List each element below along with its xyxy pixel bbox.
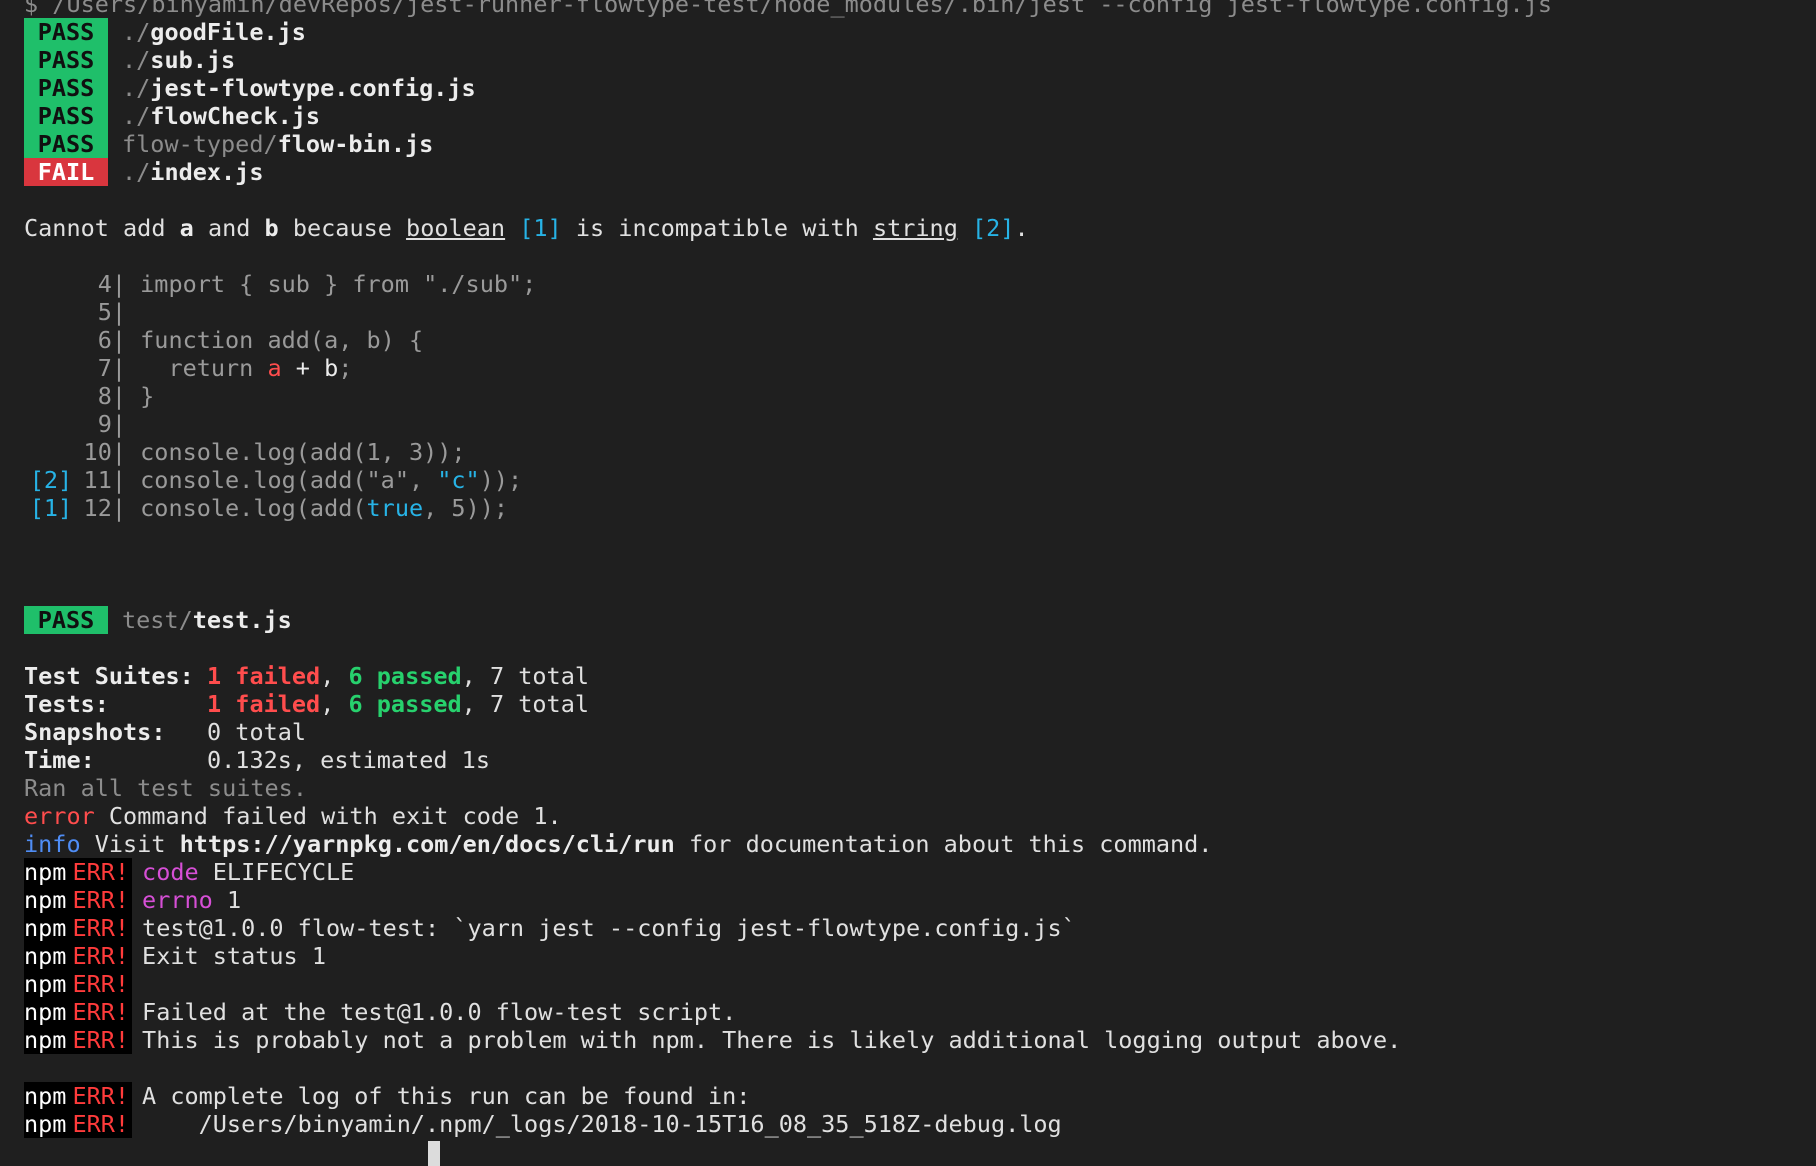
file-name: test.js bbox=[193, 606, 292, 634]
code-line: 6| function add(a, b) { bbox=[24, 326, 1804, 354]
pass-badge: PASS bbox=[24, 606, 108, 634]
result-row: PASSflow-typed/flow-bin.js bbox=[24, 130, 1804, 158]
file-name: sub.js bbox=[150, 46, 235, 74]
npm-err-line: npmERR!A complete log of this run can be… bbox=[24, 1082, 1804, 1110]
result-row: PASS./goodFile.js bbox=[24, 18, 1804, 46]
result-row: PASS./sub.js bbox=[24, 46, 1804, 74]
file-name: flow-bin.js bbox=[278, 130, 434, 158]
code-line: 8| } bbox=[24, 382, 1804, 410]
summary-snapshots: Snapshots:0 total bbox=[24, 718, 1804, 746]
cursor-line[interactable] bbox=[24, 1138, 1804, 1166]
text-cursor bbox=[428, 1141, 440, 1166]
summary-ran: Ran all test suites. bbox=[24, 774, 1804, 802]
summary-tests: Tests:1 failed, 6 passed, 7 total bbox=[24, 690, 1804, 718]
npm-err-line: npmERR!test@1.0.0 flow-test: `yarn jest … bbox=[24, 914, 1804, 942]
ref-marker: [2] bbox=[972, 214, 1014, 242]
npm-err-line: npmERR! /Users/binyamin/.npm/_logs/2018-… bbox=[24, 1110, 1804, 1138]
highlighted-token: true bbox=[367, 494, 424, 522]
command-line: $ /Users/binyamin/devRepos/jest-runner-f… bbox=[24, 0, 1804, 18]
code-line: 7| return a + b; bbox=[24, 354, 1804, 382]
pass-badge: PASS bbox=[24, 18, 108, 46]
ref-marker: [1] bbox=[24, 494, 78, 522]
file-name: goodFile.js bbox=[150, 18, 306, 46]
file-name: jest-flowtype.config.js bbox=[150, 74, 475, 102]
pass-badge: PASS bbox=[24, 46, 108, 74]
npm-err-line: npmERR!code ELIFECYCLE bbox=[24, 858, 1804, 886]
file-name: index.js bbox=[150, 158, 263, 186]
pass-badge: PASS bbox=[24, 74, 108, 102]
yarn-error-line: error Command failed with exit code 1. bbox=[24, 802, 1804, 830]
ref-marker: [2] bbox=[24, 466, 78, 494]
ref-marker: [1] bbox=[519, 214, 561, 242]
npm-err-line: npmERR!This is probably not a problem wi… bbox=[24, 1026, 1804, 1054]
result-row: PASS./flowCheck.js bbox=[24, 102, 1804, 130]
code-line: [2]11| console.log(add("a", "c")); bbox=[24, 466, 1804, 494]
file-name: flowCheck.js bbox=[150, 102, 320, 130]
code-line: 4| import { sub } from "./sub"; bbox=[24, 270, 1804, 298]
npm-err-line: npmERR!errno 1 bbox=[24, 886, 1804, 914]
code-line: 10| console.log(add(1, 3)); bbox=[24, 438, 1804, 466]
yarn-info-line: info Visit https://yarnpkg.com/en/docs/c… bbox=[24, 830, 1804, 858]
result-row: PASStest/test.js bbox=[24, 606, 1804, 634]
highlighted-token: "c" bbox=[437, 466, 479, 494]
summary-time: Time:0.132s, estimated 1s bbox=[24, 746, 1804, 774]
npm-err-line: npmERR!Failed at the test@1.0.0 flow-tes… bbox=[24, 998, 1804, 1026]
fail-badge: FAIL bbox=[24, 158, 108, 186]
npm-err-line: npmERR! bbox=[24, 970, 1804, 998]
pass-badge: PASS bbox=[24, 130, 108, 158]
code-line: [1]12| console.log(add(true, 5)); bbox=[24, 494, 1804, 522]
summary-suites: Test Suites:1 failed, 6 passed, 7 total bbox=[24, 662, 1804, 690]
result-row: FAIL./index.js bbox=[24, 158, 1804, 186]
info-tag: info bbox=[24, 830, 81, 858]
type-string: string bbox=[873, 214, 958, 242]
npm-err-line: npmERR!Exit status 1 bbox=[24, 942, 1804, 970]
pass-badge: PASS bbox=[24, 102, 108, 130]
docs-link[interactable]: https://yarnpkg.com/en/docs/cli/run bbox=[180, 830, 675, 858]
terminal-output[interactable]: $ /Users/binyamin/devRepos/jest-runner-f… bbox=[24, 0, 1804, 1166]
code-line: 9| bbox=[24, 410, 1804, 438]
flow-error-message: Cannot add a and b because boolean [1] i… bbox=[24, 214, 1804, 242]
highlighted-token: a bbox=[267, 354, 281, 382]
result-row: PASS./jest-flowtype.config.js bbox=[24, 74, 1804, 102]
error-tag: error bbox=[24, 802, 95, 830]
type-boolean: boolean bbox=[406, 214, 505, 242]
code-line: 5| bbox=[24, 298, 1804, 326]
